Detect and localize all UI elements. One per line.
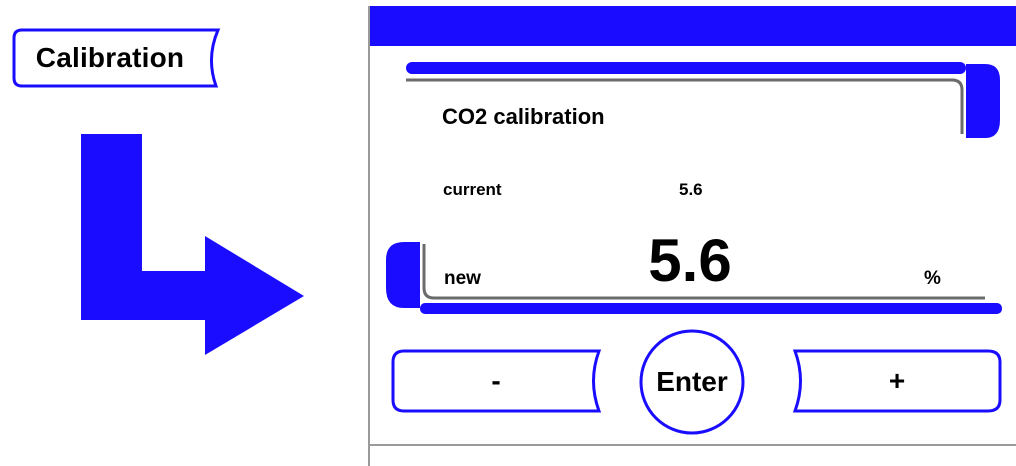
value-frame-bottom bbox=[420, 303, 1002, 314]
title-frame-top bbox=[406, 62, 966, 74]
calibration-menu-button[interactable]: Calibration bbox=[14, 30, 206, 86]
plus-button[interactable]: + bbox=[794, 350, 1000, 412]
current-label: current bbox=[443, 180, 502, 199]
enter-button[interactable]: Enter bbox=[640, 330, 744, 434]
title-frame-cap bbox=[966, 64, 1000, 138]
arrow-icon bbox=[81, 134, 304, 355]
enter-label: Enter bbox=[656, 366, 728, 397]
new-label: new bbox=[444, 268, 481, 289]
screen-title: CO2 calibration bbox=[442, 104, 605, 129]
minus-button[interactable]: - bbox=[393, 350, 599, 412]
calibration-label: Calibration bbox=[35, 42, 185, 73]
value-frame-cap bbox=[386, 242, 420, 308]
screen-bottom-divider bbox=[370, 444, 1016, 446]
current-value: 5.6 bbox=[679, 180, 703, 199]
screen-header-bar bbox=[369, 6, 1016, 46]
unit-label: % bbox=[924, 268, 941, 289]
plus-label: + bbox=[888, 365, 906, 396]
minus-label: - bbox=[491, 365, 501, 396]
screen-left-border bbox=[368, 6, 370, 466]
new-value-display: 5.6 bbox=[648, 227, 732, 294]
